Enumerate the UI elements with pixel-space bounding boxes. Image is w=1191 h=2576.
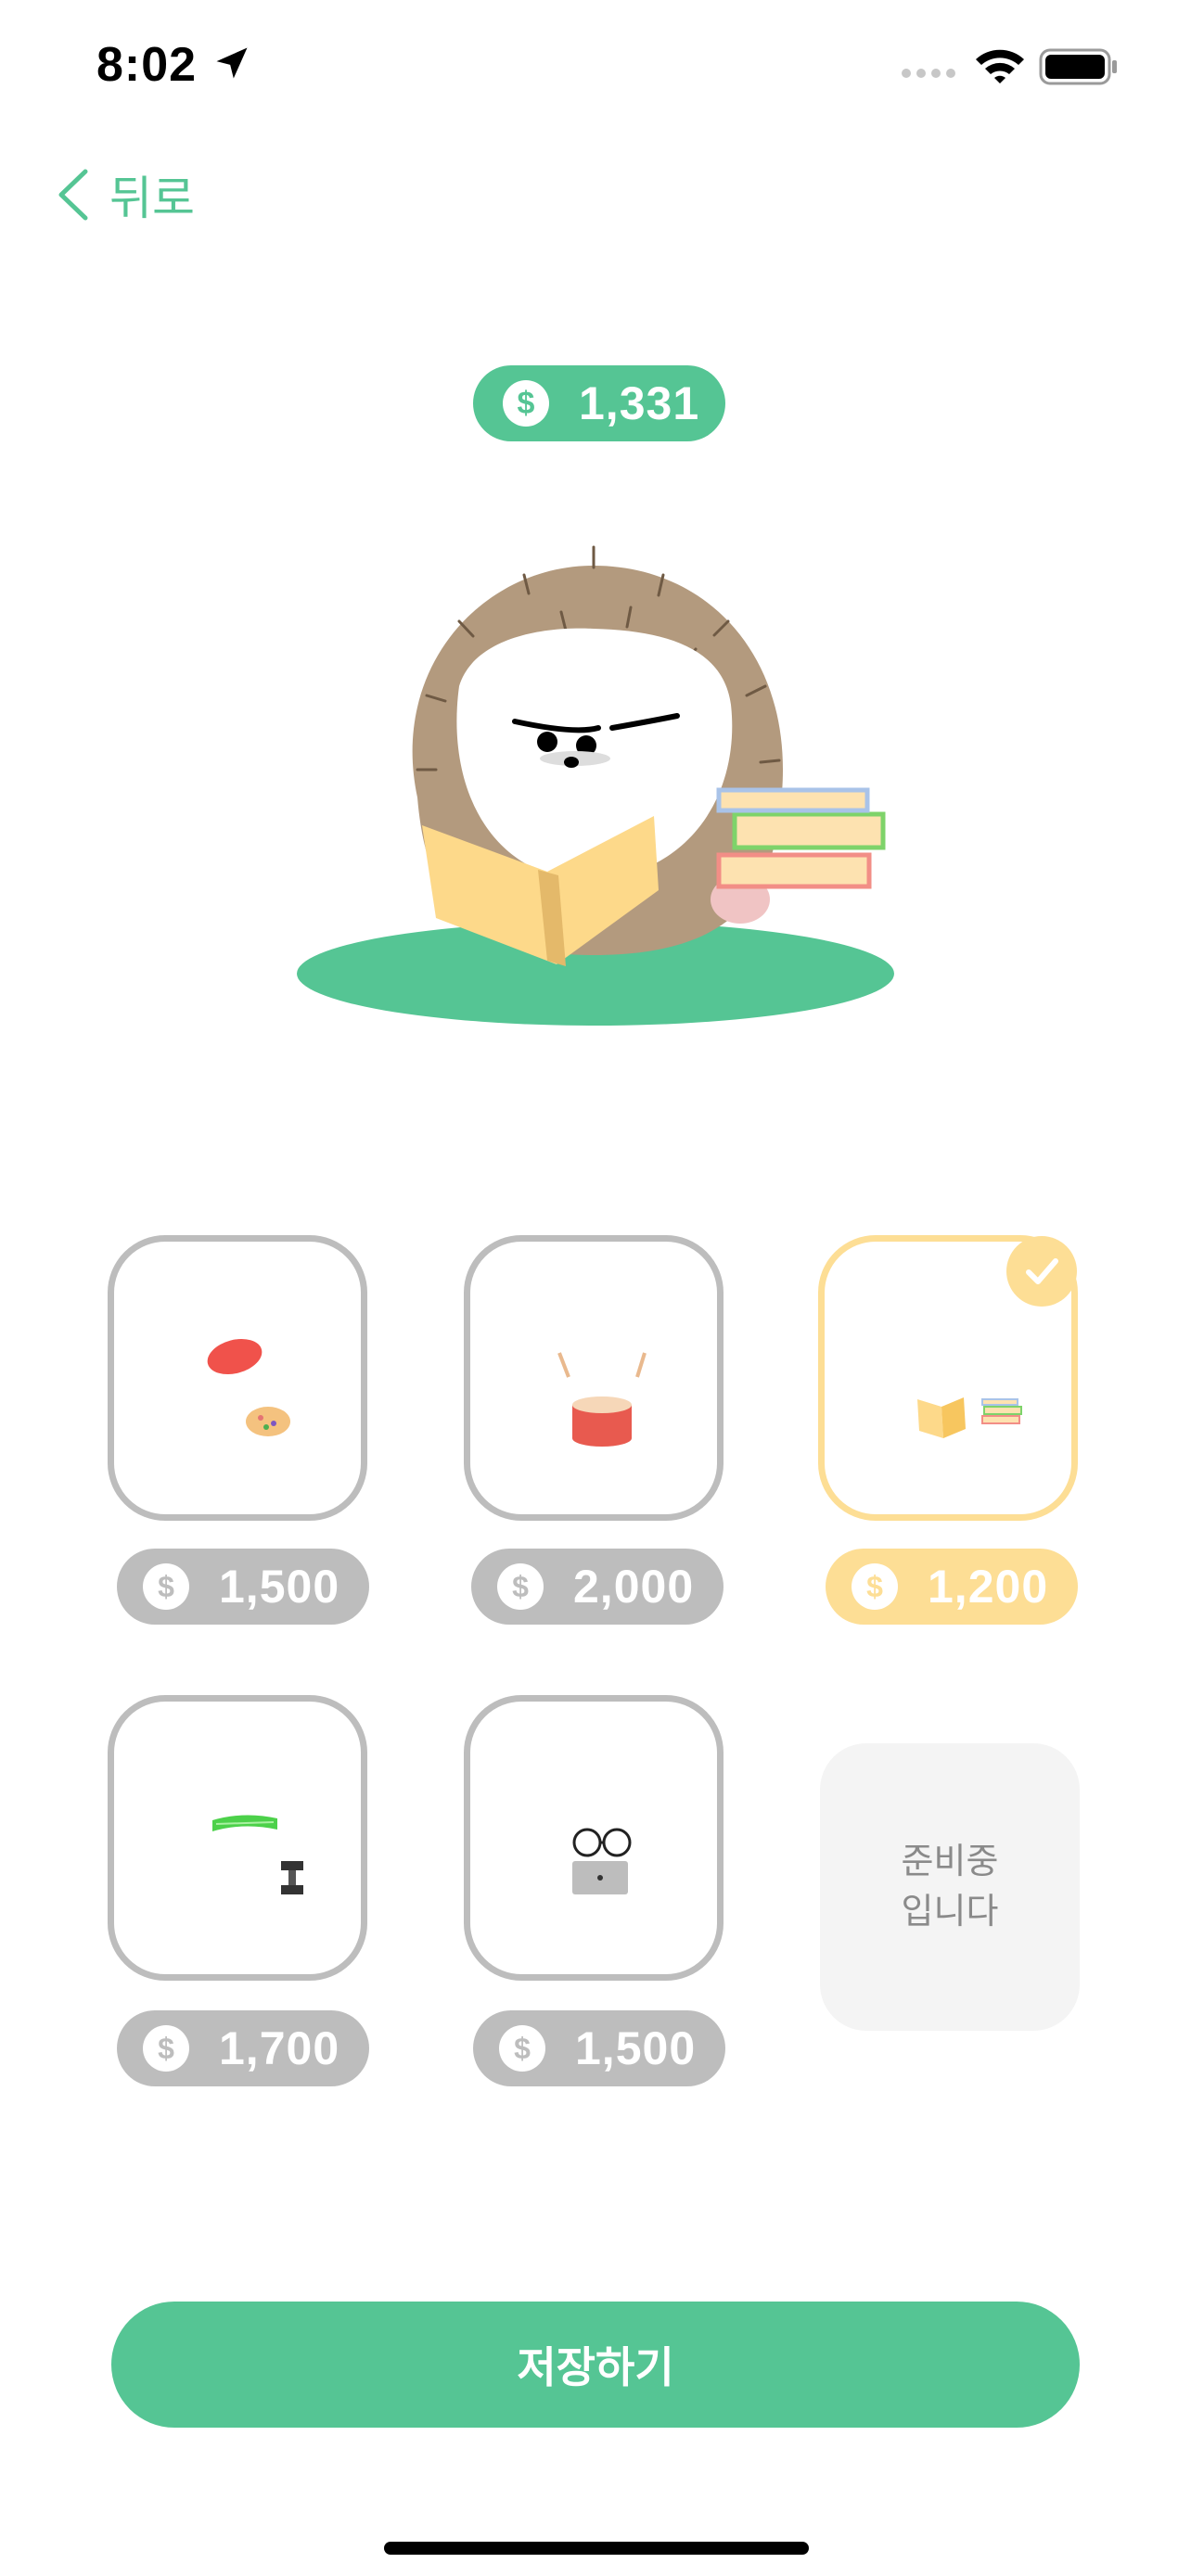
price-tag-books[interactable]: $ 1,200: [826, 1549, 1078, 1625]
item-card-frisbee-cookie[interactable]: [108, 1235, 367, 1521]
coin-icon: $: [852, 1563, 898, 1610]
coin-icon: $: [143, 2025, 189, 2072]
item-price: 1,200: [928, 1561, 1049, 1613]
battery-icon: [1039, 48, 1117, 85]
glasses-laptop-icon: [572, 1828, 632, 1894]
cellular-signal-icon: [902, 69, 955, 78]
item-card-drum[interactable]: [464, 1235, 724, 1521]
coming-soon-line2: 입니다: [901, 1893, 999, 1932]
price-tag-frisbee-cookie[interactable]: $ 1,500: [117, 1549, 369, 1625]
drum-icon: [557, 1352, 647, 1447]
coming-soon-line1: 준비중: [901, 1843, 999, 1881]
price-tag-drum[interactable]: $ 2,000: [471, 1549, 724, 1625]
coin-icon: $: [497, 1563, 544, 1610]
item-card-towel-dumbbell[interactable]: [108, 1695, 367, 1981]
chevron-left-icon: [58, 169, 88, 221]
selected-check-icon: [1006, 1236, 1077, 1307]
location-arrow-icon: [216, 47, 248, 79]
item-card-glasses-laptop[interactable]: [464, 1695, 724, 1981]
price-tag-towel-dumbbell[interactable]: $ 1,700: [117, 2010, 369, 2086]
status-bar: 8:02: [0, 0, 1191, 130]
towel-dumbbell-icon: [212, 1815, 303, 1894]
coin-icon: $: [143, 1563, 189, 1610]
item-card-books[interactable]: [818, 1235, 1078, 1521]
coin-icon: $: [503, 380, 549, 427]
coin-balance: $ 1,331: [473, 365, 725, 441]
coming-soon-card: 준비중 입니다: [820, 1743, 1080, 2031]
wifi-icon: [976, 49, 1024, 83]
coin-icon: $: [499, 2025, 545, 2072]
price-tag-glasses-laptop[interactable]: $ 1,500: [473, 2010, 725, 2086]
save-button[interactable]: 저장하기: [111, 2302, 1080, 2428]
item-price: 2,000: [573, 1561, 695, 1613]
item-price: 1,500: [219, 1561, 340, 1613]
hedgehog-character-illustration: [297, 545, 894, 1026]
item-price: 1,500: [575, 2022, 697, 2074]
home-indicator[interactable]: [384, 2542, 809, 2555]
frisbee-cookie-icon: [207, 1338, 290, 1436]
back-button[interactable]: 뒤로: [54, 159, 195, 230]
coin-amount: 1,331: [579, 377, 700, 429]
item-price: 1,700: [219, 2022, 340, 2074]
status-time: 8:02: [96, 38, 198, 92]
back-label: 뒤로: [109, 172, 195, 224]
